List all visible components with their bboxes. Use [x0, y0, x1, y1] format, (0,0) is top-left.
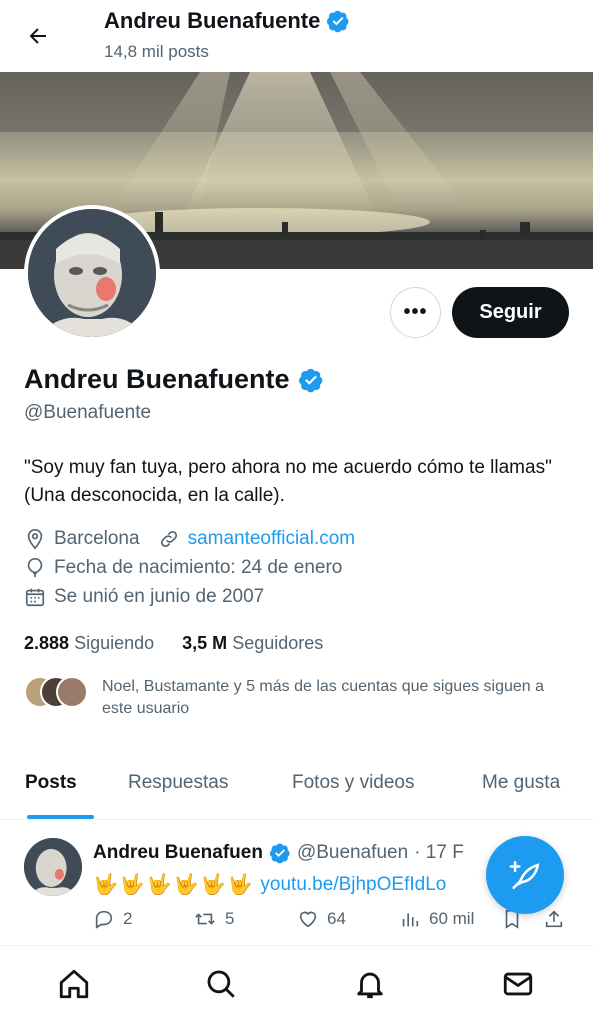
- posts-count: 14,8 mil posts: [104, 42, 209, 61]
- verified-badge-icon: [298, 368, 322, 392]
- follow-button[interactable]: Seguir: [452, 287, 569, 338]
- top-bar: Andreu Buenafuente 14,8 mil posts: [0, 0, 593, 72]
- header-name: Andreu Buenafuente: [104, 8, 321, 33]
- balloon-icon: [27, 558, 43, 578]
- follow-stats: 2.888 Siguiendo 3,5 M Seguidores: [24, 633, 323, 654]
- feather-plus-icon: [509, 860, 540, 890]
- retweet-icon: [195, 913, 215, 925]
- calendar-icon: [25, 588, 45, 607]
- more-options-button[interactable]: •••: [390, 287, 441, 338]
- following-stat[interactable]: 2.888 Siguiendo: [24, 633, 154, 654]
- profile-avatar[interactable]: [24, 205, 160, 341]
- retweet-button[interactable]: 5: [193, 908, 234, 930]
- nav-messages[interactable]: [498, 964, 538, 1004]
- back-arrow-icon: [29, 28, 46, 44]
- avatar-image: [28, 209, 156, 337]
- known-followers[interactable]: Noel, Bustamante y 5 más de las cuentas …: [24, 676, 562, 720]
- followers-count: 3,5 M: [182, 633, 228, 653]
- followers-stat[interactable]: 3,5 M Seguidores: [182, 633, 323, 654]
- tab-replies[interactable]: Respuestas: [128, 752, 228, 794]
- nav-search[interactable]: [201, 964, 241, 1004]
- tweet-author-name[interactable]: Andreu Buenafuen: [93, 842, 263, 864]
- known-followers-text: Noel, Bustamante y 5 más de las cuentas …: [102, 678, 545, 717]
- following-label: Siguiendo: [74, 633, 155, 653]
- profile-birthday: Fecha de nacimiento: 24 de enero: [54, 557, 343, 578]
- profile-bio: "Soy muy fan tuya, pero ahora no me acue…: [24, 457, 552, 506]
- profile-handle: @Buenafuente: [24, 402, 152, 423]
- profile-tabs: Posts Respuestas Fotos y videos Me gusta: [0, 752, 593, 820]
- retweet-count: 5: [225, 909, 235, 928]
- compose-post-button[interactable]: [486, 836, 564, 914]
- heart-icon: [299, 911, 317, 928]
- tweet-emojis: 🤟🤟🤟🤟🤟🤟: [93, 874, 255, 896]
- tweet-avatar[interactable]: [24, 838, 82, 896]
- tab-posts[interactable]: Posts: [25, 752, 77, 794]
- tweet-author-handle: @Buenafuen: [296, 842, 409, 863]
- avatar: [56, 676, 88, 708]
- views-chart-icon: [402, 913, 419, 927]
- profile-name-text: Andreu Buenafuente: [24, 364, 290, 394]
- like-button[interactable]: 64: [297, 908, 346, 930]
- nav-notifications[interactable]: [350, 964, 390, 1004]
- link-icon: [160, 530, 177, 548]
- profile-website-link[interactable]: samanteofficial.com: [188, 528, 356, 550]
- bottom-navigation: [0, 945, 593, 1024]
- share-button[interactable]: [543, 908, 565, 930]
- search-icon: [207, 970, 235, 998]
- bell-icon: [357, 972, 383, 999]
- header-title: Andreu Buenafuente: [104, 8, 350, 34]
- like-count: 64: [327, 909, 346, 928]
- verified-badge-icon: [269, 843, 290, 864]
- views-button[interactable]: 60 mil: [399, 908, 474, 930]
- mail-icon: [503, 972, 533, 996]
- location-pin-icon: [27, 529, 43, 550]
- followers-label: Seguidores: [232, 633, 324, 653]
- reply-button[interactable]: 2: [93, 908, 132, 930]
- tweet-time: · 17 F: [414, 842, 464, 863]
- home-icon: [59, 969, 89, 999]
- tweet-link[interactable]: youtu.be/BjhpOEfIdLo: [260, 874, 446, 896]
- tab-likes[interactable]: Me gusta: [482, 752, 560, 794]
- profile-name: Andreu Buenafuente: [24, 364, 324, 395]
- tab-media[interactable]: Fotos y videos: [292, 752, 415, 794]
- known-followers-avatars: [24, 676, 90, 710]
- nav-home[interactable]: [54, 964, 94, 1004]
- reply-icon: [95, 910, 113, 929]
- reply-count: 2: [123, 909, 133, 928]
- profile-joined: Se unió en junio de 2007: [54, 586, 265, 607]
- share-icon: [545, 910, 563, 928]
- profile-meta-row: Barcelona samanteofficial.com: [24, 528, 355, 550]
- profile-birthday-row: Fecha de nacimiento: 24 de enero: [24, 557, 342, 579]
- verified-badge-icon: [327, 10, 349, 33]
- views-count: 60 mil: [429, 909, 475, 928]
- active-tab-indicator: [27, 815, 94, 819]
- following-count: 2.888: [24, 633, 70, 653]
- profile-joined-row: Se unió en junio de 2007: [24, 586, 264, 608]
- back-button[interactable]: [22, 20, 54, 52]
- profile-location: Barcelona: [54, 528, 140, 549]
